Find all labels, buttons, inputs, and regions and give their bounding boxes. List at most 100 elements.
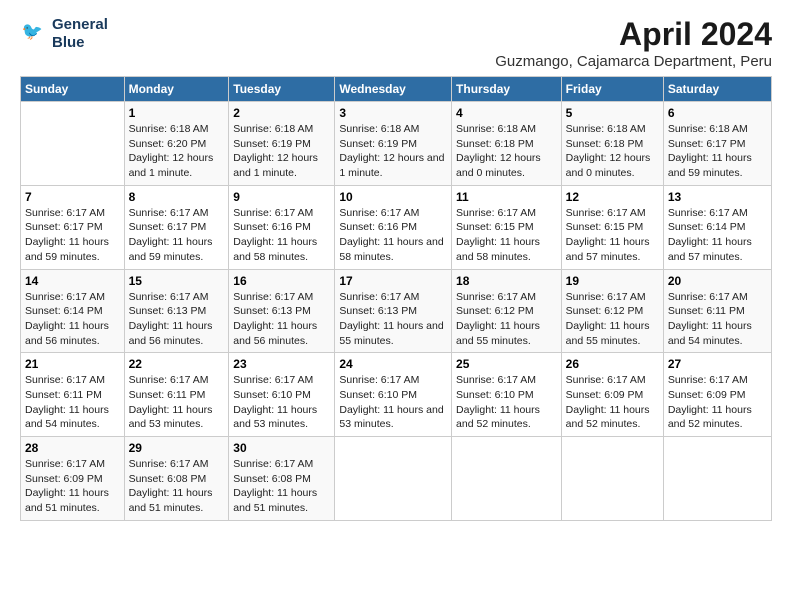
page-header: 🐦 General Blue April 2024 Guzmango, Caja…: [20, 16, 772, 70]
day-info: Sunrise: 6:17 AMSunset: 6:10 PMDaylight:…: [233, 373, 330, 432]
day-number: 16: [233, 274, 330, 288]
page-subtitle: Guzmango, Cajamarca Department, Peru: [495, 53, 772, 70]
calendar-day-cell: 26 Sunrise: 6:17 AMSunset: 6:09 PMDayligh…: [561, 353, 663, 437]
day-info: Sunrise: 6:17 AMSunset: 6:13 PMDaylight:…: [339, 290, 447, 349]
day-info: Sunrise: 6:17 AMSunset: 6:11 PMDaylight:…: [25, 373, 120, 432]
calendar-header-row: SundayMondayTuesdayWednesdayThursdayFrid…: [21, 77, 772, 102]
logo: 🐦 General Blue: [20, 16, 108, 52]
logo-text: General Blue: [52, 16, 108, 52]
calendar-body: 1 Sunrise: 6:18 AMSunset: 6:20 PMDaylight…: [21, 102, 772, 521]
calendar-day-cell: 8 Sunrise: 6:17 AMSunset: 6:17 PMDaylight…: [124, 185, 229, 269]
day-info: Sunrise: 6:17 AMSunset: 6:10 PMDaylight:…: [456, 373, 557, 432]
calendar-day-cell: [663, 437, 771, 521]
calendar-day-cell: 4Sunrise: 6:18 AMSunset: 6:18 PMDaylight…: [452, 102, 562, 186]
calendar-day-cell: 3 Sunrise: 6:18 AMSunset: 6:19 PMDaylight…: [335, 102, 452, 186]
day-info: Sunrise: 6:17 AMSunset: 6:13 PMDaylight:…: [233, 290, 330, 349]
day-number: 12: [566, 190, 659, 204]
day-info: Sunrise: 6:17 AMSunset: 6:08 PMDaylight:…: [129, 457, 225, 516]
calendar-day-cell: 22Sunrise: 6:17 AMSunset: 6:11 PMDayligh…: [124, 353, 229, 437]
calendar-day-cell: 20 Sunrise: 6:17 AMSunset: 6:11 PMDayligh…: [663, 269, 771, 353]
day-number: 2: [233, 106, 330, 120]
day-number: 29: [129, 441, 225, 455]
day-number: 1: [129, 106, 225, 120]
calendar-day-cell: 7Sunrise: 6:17 AMSunset: 6:17 PMDaylight…: [21, 185, 125, 269]
calendar-day-cell: 5 Sunrise: 6:18 AMSunset: 6:18 PMDaylight…: [561, 102, 663, 186]
calendar-day-cell: 13 Sunrise: 6:17 AMSunset: 6:14 PMDayligh…: [663, 185, 771, 269]
calendar-weekday-header: Sunday: [21, 77, 125, 102]
day-info: Sunrise: 6:18 AMSunset: 6:18 PMDaylight:…: [566, 122, 659, 181]
day-info: Sunrise: 6:17 AMSunset: 6:11 PMDaylight:…: [129, 373, 225, 432]
calendar-day-cell: [452, 437, 562, 521]
day-info: Sunrise: 6:18 AMSunset: 6:19 PMDaylight:…: [233, 122, 330, 181]
day-info: Sunrise: 6:18 AMSunset: 6:17 PMDaylight:…: [668, 122, 767, 181]
calendar-weekday-header: Saturday: [663, 77, 771, 102]
calendar-day-cell: 11Sunrise: 6:17 AMSunset: 6:15 PMDayligh…: [452, 185, 562, 269]
calendar-day-cell: [335, 437, 452, 521]
day-number: 25: [456, 357, 557, 371]
day-number: 30: [233, 441, 330, 455]
calendar-day-cell: 28 Sunrise: 6:17 AMSunset: 6:09 PMDayligh…: [21, 437, 125, 521]
calendar-day-cell: 23 Sunrise: 6:17 AMSunset: 6:10 PMDayligh…: [229, 353, 335, 437]
calendar-day-cell: 1 Sunrise: 6:18 AMSunset: 6:20 PMDaylight…: [124, 102, 229, 186]
day-number: 9: [233, 190, 330, 204]
day-info: Sunrise: 6:17 AMSunset: 6:12 PMDaylight:…: [566, 290, 659, 349]
day-number: 28: [25, 441, 120, 455]
day-number: 5: [566, 106, 659, 120]
day-number: 19: [566, 274, 659, 288]
day-info: Sunrise: 6:18 AMSunset: 6:18 PMDaylight:…: [456, 122, 557, 181]
logo-icon: 🐦: [20, 20, 48, 48]
day-number: 24: [339, 357, 447, 371]
day-number: 20: [668, 274, 767, 288]
calendar-day-cell: 6Sunrise: 6:18 AMSunset: 6:17 PMDaylight…: [663, 102, 771, 186]
svg-text:🐦: 🐦: [22, 22, 43, 41]
day-info: Sunrise: 6:17 AMSunset: 6:11 PMDaylight:…: [668, 290, 767, 349]
day-info: Sunrise: 6:18 AMSunset: 6:20 PMDaylight:…: [129, 122, 225, 181]
day-number: 8: [129, 190, 225, 204]
calendar-week-row: 21Sunrise: 6:17 AMSunset: 6:11 PMDayligh…: [21, 353, 772, 437]
day-info: Sunrise: 6:17 AMSunset: 6:16 PMDaylight:…: [339, 206, 447, 265]
calendar-week-row: 7Sunrise: 6:17 AMSunset: 6:17 PMDaylight…: [21, 185, 772, 269]
day-number: 13: [668, 190, 767, 204]
calendar-weekday-header: Thursday: [452, 77, 562, 102]
calendar-day-cell: 14Sunrise: 6:17 AMSunset: 6:14 PMDayligh…: [21, 269, 125, 353]
calendar-day-cell: 15Sunrise: 6:17 AMSunset: 6:13 PMDayligh…: [124, 269, 229, 353]
day-info: Sunrise: 6:17 AMSunset: 6:10 PMDaylight:…: [339, 373, 447, 432]
calendar-week-row: 1 Sunrise: 6:18 AMSunset: 6:20 PMDaylight…: [21, 102, 772, 186]
calendar-day-cell: 9Sunrise: 6:17 AMSunset: 6:16 PMDaylight…: [229, 185, 335, 269]
calendar-day-cell: 27 Sunrise: 6:17 AMSunset: 6:09 PMDayligh…: [663, 353, 771, 437]
calendar-weekday-header: Friday: [561, 77, 663, 102]
calendar-day-cell: 21Sunrise: 6:17 AMSunset: 6:11 PMDayligh…: [21, 353, 125, 437]
day-number: 26: [566, 357, 659, 371]
calendar-day-cell: 24 Sunrise: 6:17 AMSunset: 6:10 PMDayligh…: [335, 353, 452, 437]
day-number: 3: [339, 106, 447, 120]
day-info: Sunrise: 6:17 AMSunset: 6:09 PMDaylight:…: [25, 457, 120, 516]
title-block: April 2024 Guzmango, Cajamarca Departmen…: [495, 16, 772, 70]
day-number: 15: [129, 274, 225, 288]
calendar-day-cell: 30 Sunrise: 6:17 AMSunset: 6:08 PMDayligh…: [229, 437, 335, 521]
calendar-day-cell: 25 Sunrise: 6:17 AMSunset: 6:10 PMDayligh…: [452, 353, 562, 437]
calendar-weekday-header: Monday: [124, 77, 229, 102]
day-info: Sunrise: 6:17 AMSunset: 6:14 PMDaylight:…: [668, 206, 767, 265]
day-number: 27: [668, 357, 767, 371]
calendar-day-cell: 19 Sunrise: 6:17 AMSunset: 6:12 PMDayligh…: [561, 269, 663, 353]
calendar-day-cell: 17Sunrise: 6:17 AMSunset: 6:13 PMDayligh…: [335, 269, 452, 353]
calendar-week-row: 28 Sunrise: 6:17 AMSunset: 6:09 PMDayligh…: [21, 437, 772, 521]
calendar-table: SundayMondayTuesdayWednesdayThursdayFrid…: [20, 76, 772, 521]
calendar-day-cell: [561, 437, 663, 521]
calendar-day-cell: [21, 102, 125, 186]
day-info: Sunrise: 6:17 AMSunset: 6:09 PMDaylight:…: [566, 373, 659, 432]
day-number: 18: [456, 274, 557, 288]
calendar-weekday-header: Wednesday: [335, 77, 452, 102]
calendar-day-cell: 16 Sunrise: 6:17 AMSunset: 6:13 PMDayligh…: [229, 269, 335, 353]
day-info: Sunrise: 6:17 AMSunset: 6:17 PMDaylight:…: [25, 206, 120, 265]
calendar-weekday-header: Tuesday: [229, 77, 335, 102]
calendar-day-cell: 29 Sunrise: 6:17 AMSunset: 6:08 PMDayligh…: [124, 437, 229, 521]
page-title: April 2024: [495, 16, 772, 53]
day-info: Sunrise: 6:18 AMSunset: 6:19 PMDaylight:…: [339, 122, 447, 181]
day-info: Sunrise: 6:17 AMSunset: 6:08 PMDaylight:…: [233, 457, 330, 516]
day-info: Sunrise: 6:17 AMSunset: 6:15 PMDaylight:…: [566, 206, 659, 265]
day-info: Sunrise: 6:17 AMSunset: 6:17 PMDaylight:…: [129, 206, 225, 265]
calendar-day-cell: 18Sunrise: 6:17 AMSunset: 6:12 PMDayligh…: [452, 269, 562, 353]
day-number: 23: [233, 357, 330, 371]
day-info: Sunrise: 6:17 AMSunset: 6:09 PMDaylight:…: [668, 373, 767, 432]
